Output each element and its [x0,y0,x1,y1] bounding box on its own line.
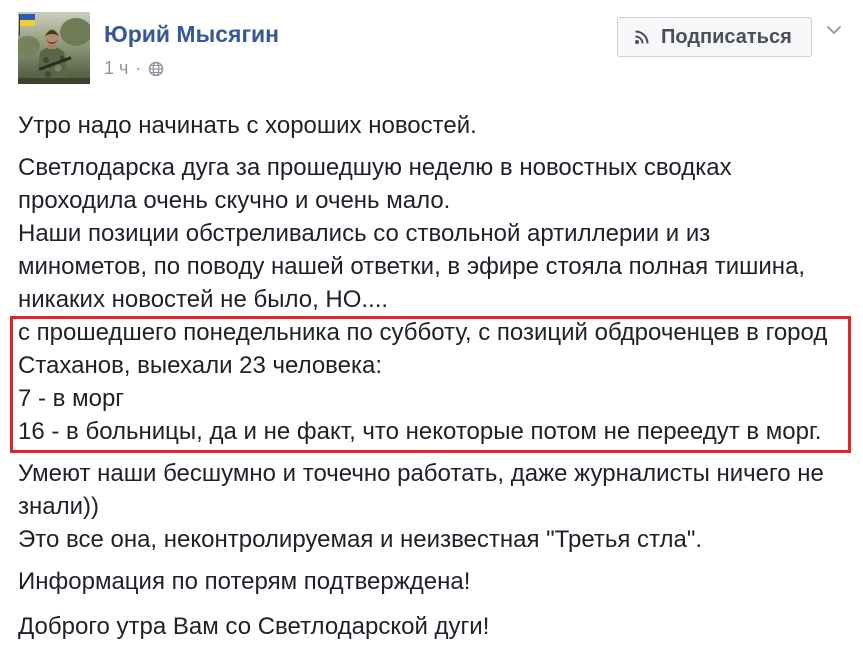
post-text-line: Информация по потерям подтверждена! [18,568,471,595]
post-text-line: проходила очень скучно и очень мало. [18,187,451,214]
post-text-line: никаких новостей не было, НО.... [18,286,389,313]
post-text-line: Наши позиции обстреливались со ствольной… [18,220,711,247]
post-text-line: Доброго утра Вам со Светлодарской дуги! [18,613,490,640]
avatar-ground [18,78,90,84]
post-text-line: Умеют наши бесшумно и точечно работать, … [18,460,824,487]
post-text-line: минометов, по поводу нашей ответки, в эф… [18,253,806,280]
post-body: Утро надо начинать с хороших новостей. С… [18,109,863,652]
post-text-line: Стаханов, выехали 23 человека: [18,352,383,379]
post-text-line: 16 - в больницы, да и не факт, что некот… [18,418,822,445]
subscribe-button[interactable]: Подписаться [617,17,812,57]
rss-icon [634,29,650,45]
post-meta: 1 ч · [104,56,164,80]
timestamp-link[interactable]: 1 ч [104,56,128,80]
post-text-line: с прошедшего понедельника по субботу, с … [18,319,828,346]
chevron-down-icon[interactable] [826,25,842,35]
meta-separator: · [135,58,142,78]
avatar-image [18,12,90,84]
post-paragraph: Доброго утра Вам со Светлодарской дуги! [18,610,863,643]
post-text-line: Утро надо начинать с хороших новостей. [18,112,477,139]
post-paragraph: Информация по потерям подтверждена! [18,565,863,598]
author-name-link[interactable]: Юрий Мысягин [104,19,279,49]
avatar[interactable] [18,12,90,84]
facebook-post: Юрий Мысягин 1 ч · Подписаться Утро надо… [0,0,863,650]
post-paragraph: Светлодарска дуга за прошедшую неделю в … [18,151,863,448]
globe-icon [148,61,164,77]
post-text-line: Светлодарска дуга за прошедшую неделю в … [18,154,732,181]
subscribe-label: Подписаться [661,25,792,48]
post-text-line: 7 - в морг [18,385,125,412]
post-paragraph: Умеют наши бесшумно и точечно работать, … [18,457,863,556]
post-paragraph: Утро надо начинать с хороших новостей. [18,109,863,142]
post-text-line: Это все она, неконтролируемая и неизвест… [18,526,703,553]
post-text-line: знали)) [18,493,99,520]
